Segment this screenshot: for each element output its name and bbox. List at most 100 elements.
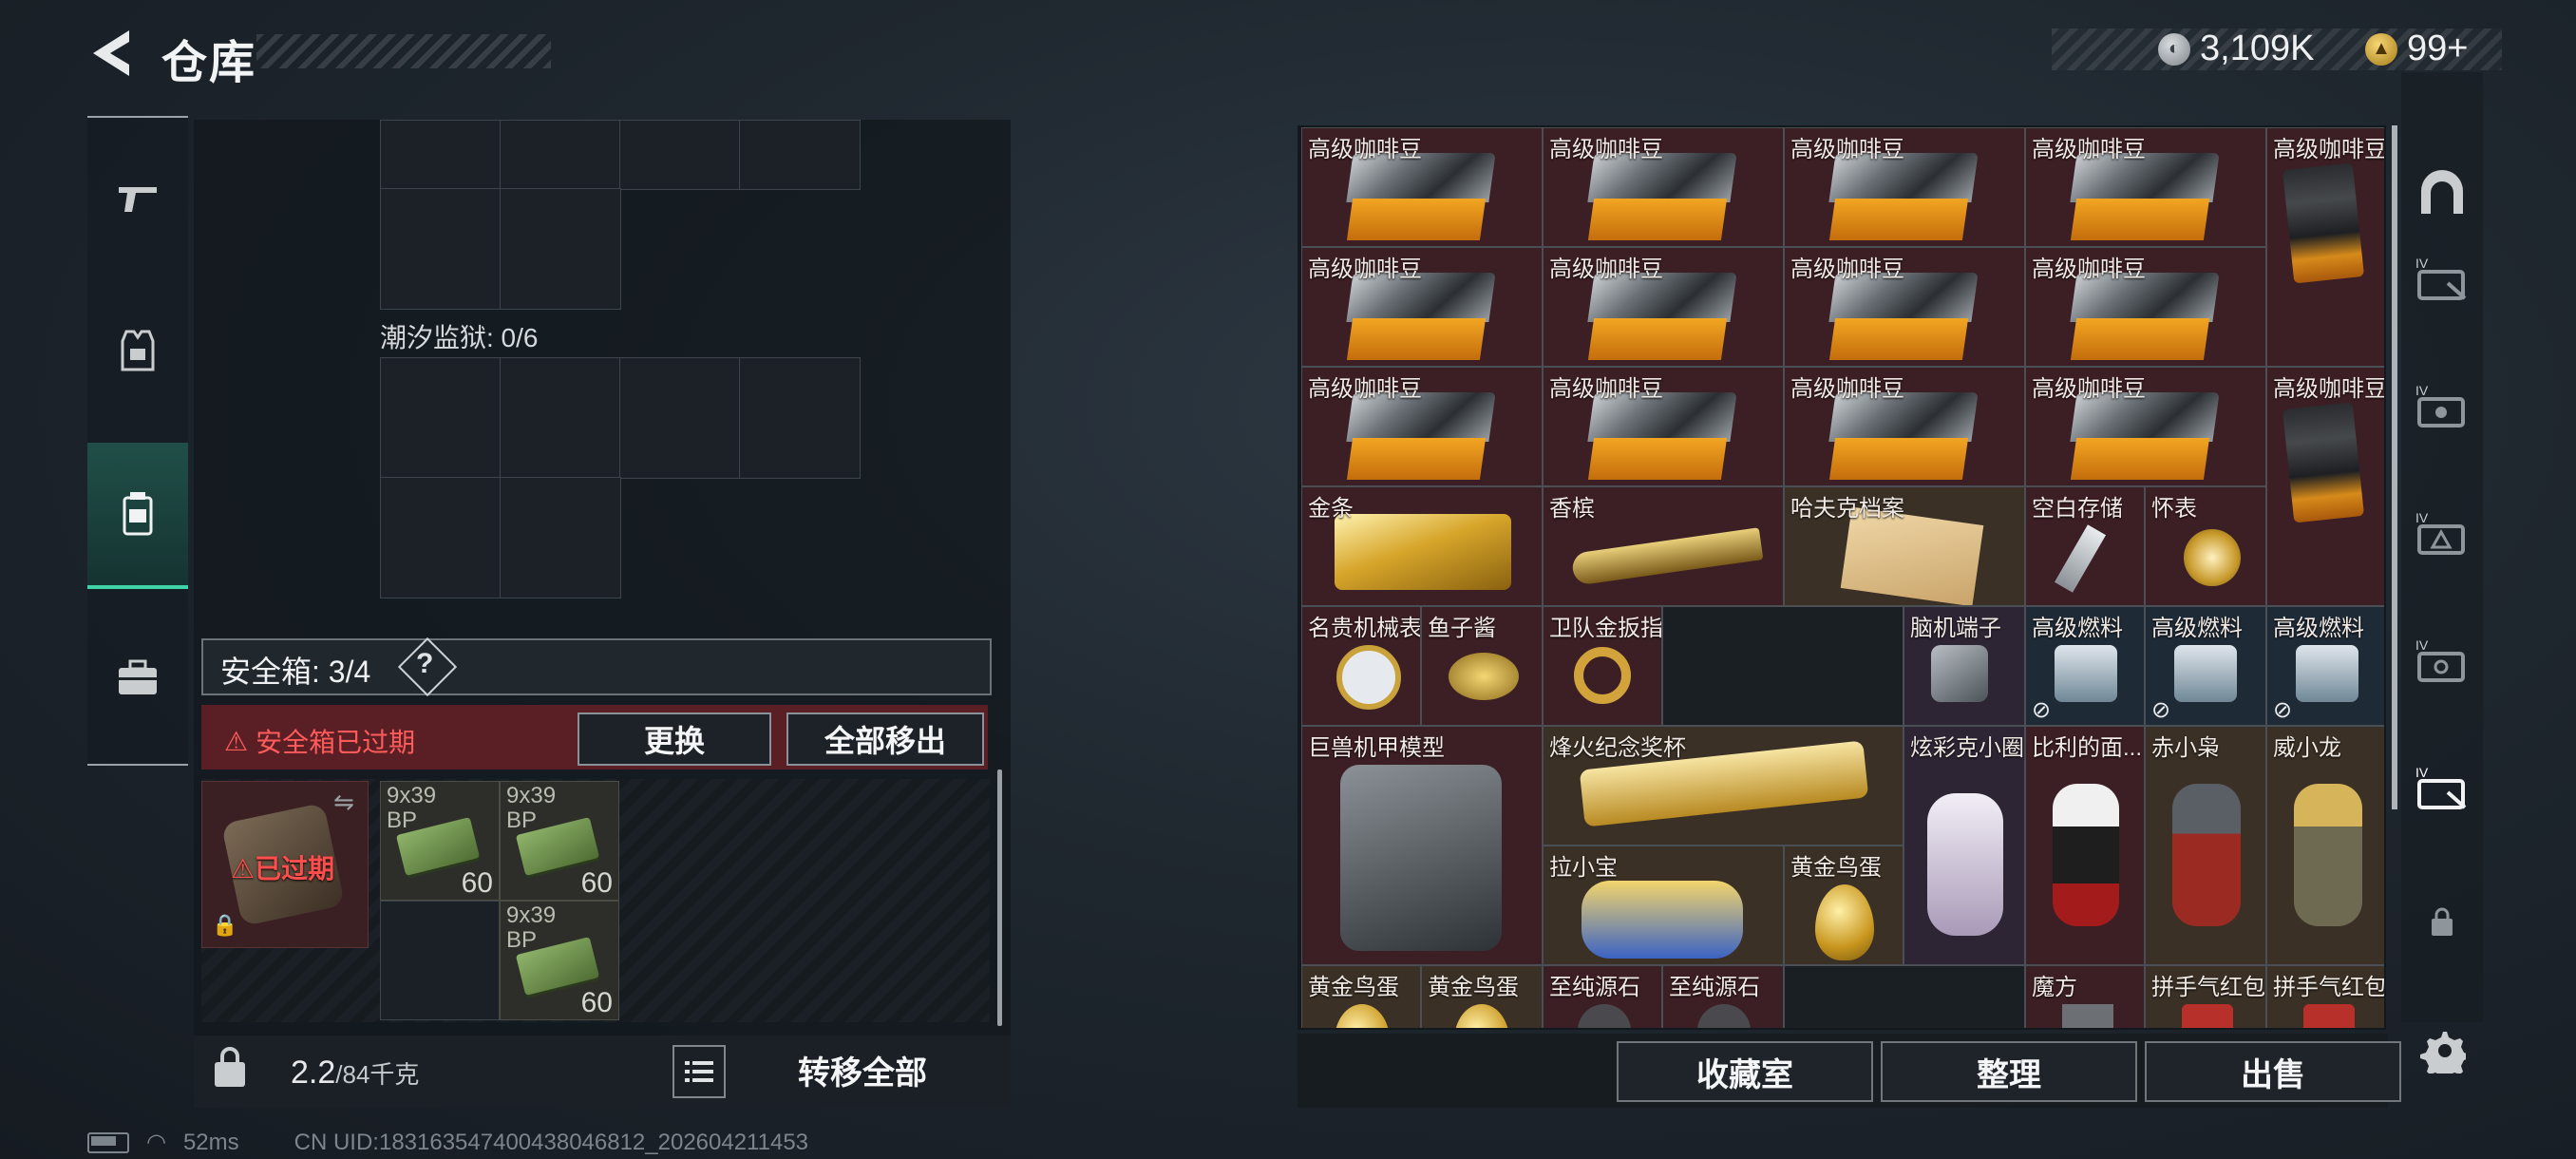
swap-icon[interactable]: ⇋ xyxy=(333,788,354,817)
inventory-item[interactable]: 黄金鸟蛋 xyxy=(1784,846,1904,965)
ammo-item[interactable]: 9x39 BP 60 xyxy=(500,901,619,1020)
grid-cell[interactable] xyxy=(380,357,502,479)
tab-storage-4[interactable]: IV xyxy=(2407,625,2477,695)
inventory-item[interactable]: 炫彩克小圈 xyxy=(1904,726,2025,965)
inventory-item[interactable]: 名贵机械表 xyxy=(1301,606,1421,726)
grid-cell[interactable] xyxy=(739,120,861,190)
inventory-item[interactable]: 高级咖啡豆 xyxy=(2025,127,2266,247)
inventory-item[interactable]: 高级咖啡豆 xyxy=(2266,367,2384,606)
grid-cell[interactable] xyxy=(619,120,741,190)
collection-room-button[interactable]: 收藏室 xyxy=(1617,1041,1873,1102)
empty-slot[interactable] xyxy=(1662,606,1904,726)
inventory-item[interactable]: 高级咖啡豆 xyxy=(1784,247,2025,367)
inventory-item[interactable]: 哈夫克档案 xyxy=(1784,486,2025,606)
grid-cell[interactable] xyxy=(380,901,500,1020)
fuel-can-image xyxy=(2055,645,2117,702)
move-all-out-button[interactable]: 全部移出 xyxy=(786,712,984,766)
gold-bar-image xyxy=(1335,514,1511,590)
grid-cell[interactable] xyxy=(380,188,502,310)
replace-button[interactable]: 更换 xyxy=(578,712,771,766)
figure-image xyxy=(2053,784,2119,926)
inventory-item[interactable]: 高级燃料 ⊘ xyxy=(2266,606,2384,726)
tab-all-storage[interactable] xyxy=(2407,158,2477,228)
inventory-item[interactable]: 高级咖啡豆 xyxy=(1543,127,1784,247)
inventory-item[interactable]: 烽火纪念奖杯 xyxy=(1543,726,1904,846)
case-expired-label: ⚠已过期 xyxy=(231,854,335,884)
grid-cell[interactable] xyxy=(380,477,502,598)
brain-port-image xyxy=(1931,645,1988,702)
inventory-item[interactable]: 怀表 xyxy=(2145,486,2266,606)
help-button[interactable]: ? xyxy=(416,648,433,680)
grid-cell[interactable] xyxy=(739,357,861,479)
inventory-item[interactable]: 赤小枭 xyxy=(2145,726,2266,965)
inventory-item[interactable]: 魔方 xyxy=(2025,965,2145,1028)
inventory-item[interactable]: 高级咖啡豆 xyxy=(1543,247,1784,367)
inventory-item[interactable]: 脑机端子 xyxy=(1904,606,2025,726)
transfer-all-button[interactable]: 转移全部 xyxy=(731,1045,994,1094)
inventory-scrollbar[interactable] xyxy=(2392,125,2397,809)
inventory-item[interactable]: 高级咖啡豆 xyxy=(1301,247,1543,367)
tab-locked[interactable] xyxy=(2407,887,2477,958)
inventory-item[interactable]: 威小龙 xyxy=(2266,726,2384,965)
inventory-item[interactable]: 拉小宝 xyxy=(1543,846,1784,965)
inventory-item[interactable]: 金条 xyxy=(1301,486,1543,606)
tab-storage-3[interactable]: IV xyxy=(2407,498,2477,568)
inventory-item[interactable]: 高级燃料 ⊘ xyxy=(2145,606,2266,726)
inventory-item[interactable]: 卫队金扳指 xyxy=(1543,606,1662,726)
silver-amount: 3,109K xyxy=(2200,28,2315,68)
nav-armor[interactable] xyxy=(87,279,188,422)
left-scrollbar[interactable] xyxy=(997,770,1002,1026)
inventory-item[interactable]: 至纯源石 xyxy=(1662,965,1784,1028)
sell-button[interactable]: 出售 xyxy=(2145,1041,2401,1102)
grid-cell[interactable] xyxy=(500,188,621,310)
inventory-item[interactable]: 高级咖啡豆 xyxy=(2266,127,2384,367)
inventory-item[interactable]: 高级咖啡豆 xyxy=(2025,367,2266,486)
silver-currency[interactable]: ◐ 3,109K xyxy=(2158,28,2314,69)
nav-weapons[interactable] xyxy=(87,127,188,270)
inventory-item[interactable]: 黄金鸟蛋 xyxy=(1421,965,1543,1028)
inventory-item[interactable]: 高级咖啡豆 xyxy=(2025,247,2266,367)
inventory-item[interactable]: 拼手气红包 xyxy=(2266,965,2384,1028)
grid-cell[interactable] xyxy=(500,120,621,190)
grid-cell[interactable] xyxy=(500,477,621,598)
back-button[interactable] xyxy=(87,27,135,80)
ammo-item[interactable]: 9x39 BP 60 xyxy=(380,781,500,901)
sort-button[interactable]: 整理 xyxy=(1881,1041,2137,1102)
inventory-item[interactable]: 至纯源石 xyxy=(1543,965,1662,1028)
inventory-item[interactable]: 高级咖啡豆 xyxy=(1784,127,2025,247)
figure-image xyxy=(1927,793,2003,936)
item-name: 高级咖啡豆 xyxy=(2032,376,2146,402)
inventory-item[interactable]: 比利的面... xyxy=(2025,726,2145,965)
inventory-item[interactable]: 拼手气红包 xyxy=(2145,965,2266,1028)
inventory-item[interactable]: 巨兽机甲模型 xyxy=(1301,726,1543,965)
gold-currency[interactable]: ▲ 99+ xyxy=(2365,28,2468,69)
tab-storage-5[interactable]: IV xyxy=(2407,752,2477,823)
coffee-bag-image xyxy=(2070,392,2220,480)
grid-cell[interactable] xyxy=(500,357,621,479)
inventory-item[interactable]: 香槟 xyxy=(1543,486,1784,606)
inventory-item[interactable]: 高级咖啡豆 xyxy=(1301,127,1543,247)
nav-briefcase[interactable] xyxy=(87,606,188,749)
inventory-item[interactable]: 空白存储 xyxy=(2025,486,2145,606)
inventory-item[interactable]: 高级咖啡豆 xyxy=(1301,367,1543,486)
empty-slot[interactable] xyxy=(1784,965,2025,1028)
list-view-button[interactable] xyxy=(672,1045,726,1098)
inventory-item[interactable]: 鱼子酱 xyxy=(1421,606,1543,726)
safebox-slot[interactable]: ⚠已过期 ⇋ 🔒 xyxy=(201,781,369,948)
tab-storage-2[interactable]: IV xyxy=(2407,370,2477,441)
storage-case-icon: IV xyxy=(2415,383,2465,428)
grid-cell[interactable] xyxy=(619,357,741,479)
item-name: 黄金鸟蛋 xyxy=(1428,975,1519,1000)
ammo-item[interactable]: 9x39 BP 60 xyxy=(500,781,619,901)
settings-button[interactable] xyxy=(2420,1028,2470,1081)
inventory-item[interactable]: 高级咖啡豆 xyxy=(1784,367,2025,486)
tab-storage-1[interactable]: IV xyxy=(2407,243,2477,314)
coffee-bag-image xyxy=(1828,273,1979,360)
storage-case-icon: IV xyxy=(2415,510,2465,555)
inventory-item[interactable]: 高级燃料 ⊘ xyxy=(2025,606,2145,726)
nav-safebox[interactable] xyxy=(87,443,188,589)
gold-amount: 99+ xyxy=(2407,28,2469,68)
inventory-item[interactable]: 高级咖啡豆 xyxy=(1543,367,1784,486)
grid-cell[interactable] xyxy=(380,120,502,190)
inventory-item[interactable]: 黄金鸟蛋 xyxy=(1301,965,1421,1028)
